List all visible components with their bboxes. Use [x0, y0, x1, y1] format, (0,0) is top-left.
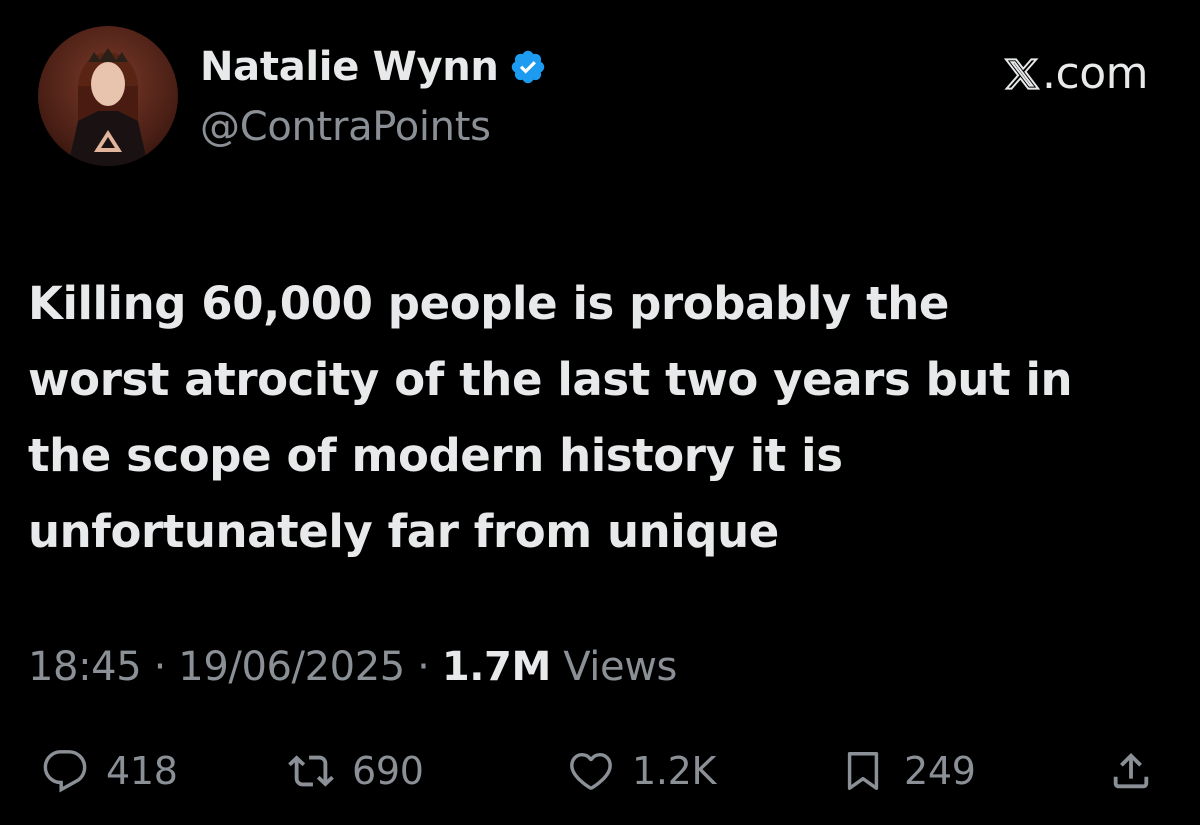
source-domain: .com	[1042, 48, 1148, 99]
verified-badge-icon	[509, 48, 547, 86]
views-label: Views	[563, 644, 677, 690]
bookmark-button[interactable]: 249	[840, 748, 976, 794]
reply-count: 418	[106, 749, 178, 793]
share-icon	[1108, 748, 1154, 794]
tweet-text-line: unfortunately far from unique	[28, 505, 779, 558]
tweet-time[interactable]: 18:45	[28, 644, 142, 690]
bookmark-icon	[840, 748, 886, 794]
repost-icon	[288, 748, 334, 794]
author-handle[interactable]: @ContraPoints	[200, 104, 491, 150]
like-count: 1.2K	[632, 749, 717, 793]
reply-icon	[42, 748, 88, 794]
tweet-date[interactable]: 19/06/2025	[178, 644, 405, 690]
repost-count: 690	[352, 749, 424, 793]
meta-separator: ·	[417, 644, 430, 690]
author-display-name[interactable]: Natalie Wynn	[200, 44, 499, 90]
x-logo-icon	[1004, 56, 1041, 92]
reply-button[interactable]: 418	[42, 748, 178, 794]
tweet-text-line: worst atrocity of the last two years but…	[28, 353, 1073, 406]
repost-button[interactable]: 690	[288, 748, 424, 794]
meta-separator: ·	[153, 644, 167, 690]
heart-icon	[568, 748, 614, 794]
source-label: .com	[1004, 48, 1148, 99]
avatar[interactable]	[38, 26, 178, 166]
tweet-text: Killing 60,000 people is probably the wo…	[28, 266, 1178, 570]
share-button[interactable]	[1108, 748, 1154, 794]
tweet-text-line: the scope of modern history it is	[28, 429, 843, 482]
tweet-text-line: Killing 60,000 people is probably the	[28, 277, 949, 330]
tweet-meta: 18:45 · 19/06/2025 · 1.7M Views	[28, 644, 677, 690]
views-count: 1.7M	[441, 644, 551, 690]
bookmark-count: 249	[904, 749, 976, 793]
avatar-image	[38, 26, 178, 166]
like-button[interactable]: 1.2K	[568, 748, 716, 794]
author-name-row[interactable]: Natalie Wynn	[200, 44, 547, 90]
tweet-card: Natalie Wynn @ContraPoints .com Killing …	[0, 0, 1200, 825]
